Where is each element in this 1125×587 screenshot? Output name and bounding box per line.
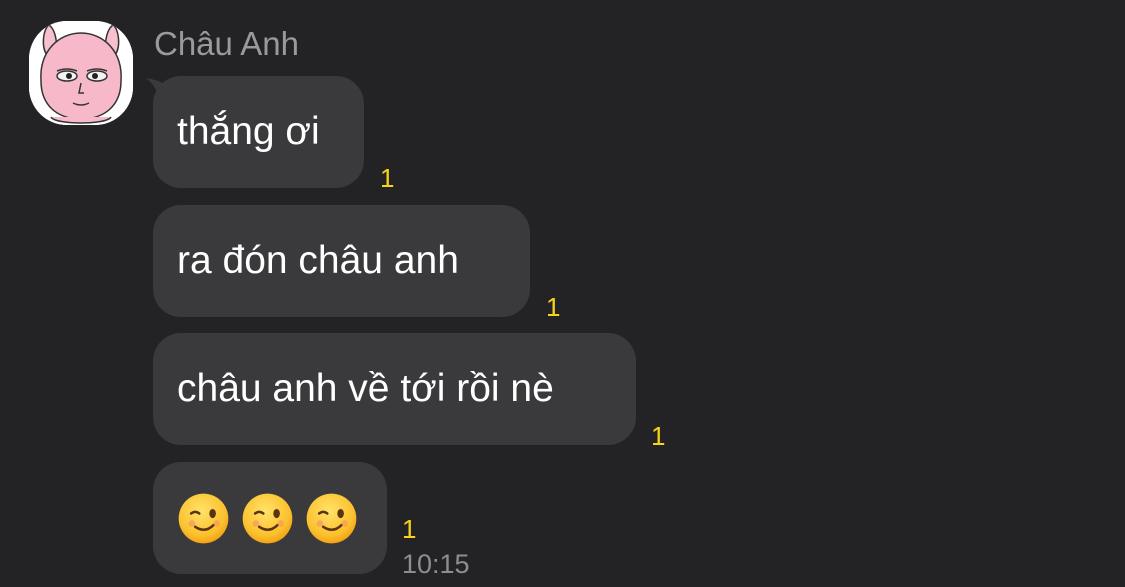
message-text: thắng ơi	[177, 110, 320, 153]
message-bubble[interactable]: châu anh về tới rồi nè	[153, 333, 636, 445]
avatar[interactable]	[29, 21, 133, 125]
unread-count: 1	[380, 163, 395, 193]
winking-face-icon	[178, 493, 229, 543]
message-bubble[interactable]: ra đón châu anh	[153, 205, 530, 317]
unread-count: 1	[546, 292, 561, 322]
unread-count: 1	[651, 421, 666, 451]
sender-name: Châu Anh	[154, 25, 299, 62]
emoji-message-bubble[interactable]	[153, 462, 387, 574]
message-text: châu anh về tới rồi nè	[177, 367, 554, 410]
unread-count: 1	[402, 514, 417, 544]
message-timestamp: 10:15	[402, 549, 470, 579]
message-bubble[interactable]: thắng ơi	[153, 76, 364, 188]
emoji-row	[177, 492, 358, 545]
winking-face-icon	[306, 493, 357, 543]
winking-face-icon	[242, 493, 293, 543]
chat-screen: Châu Anh thắng ơi 1 ra đón châu anh 1 ch…	[0, 0, 1125, 587]
pink-bunny-avatar-icon	[29, 21, 133, 125]
message-text: ra đón châu anh	[177, 239, 459, 282]
